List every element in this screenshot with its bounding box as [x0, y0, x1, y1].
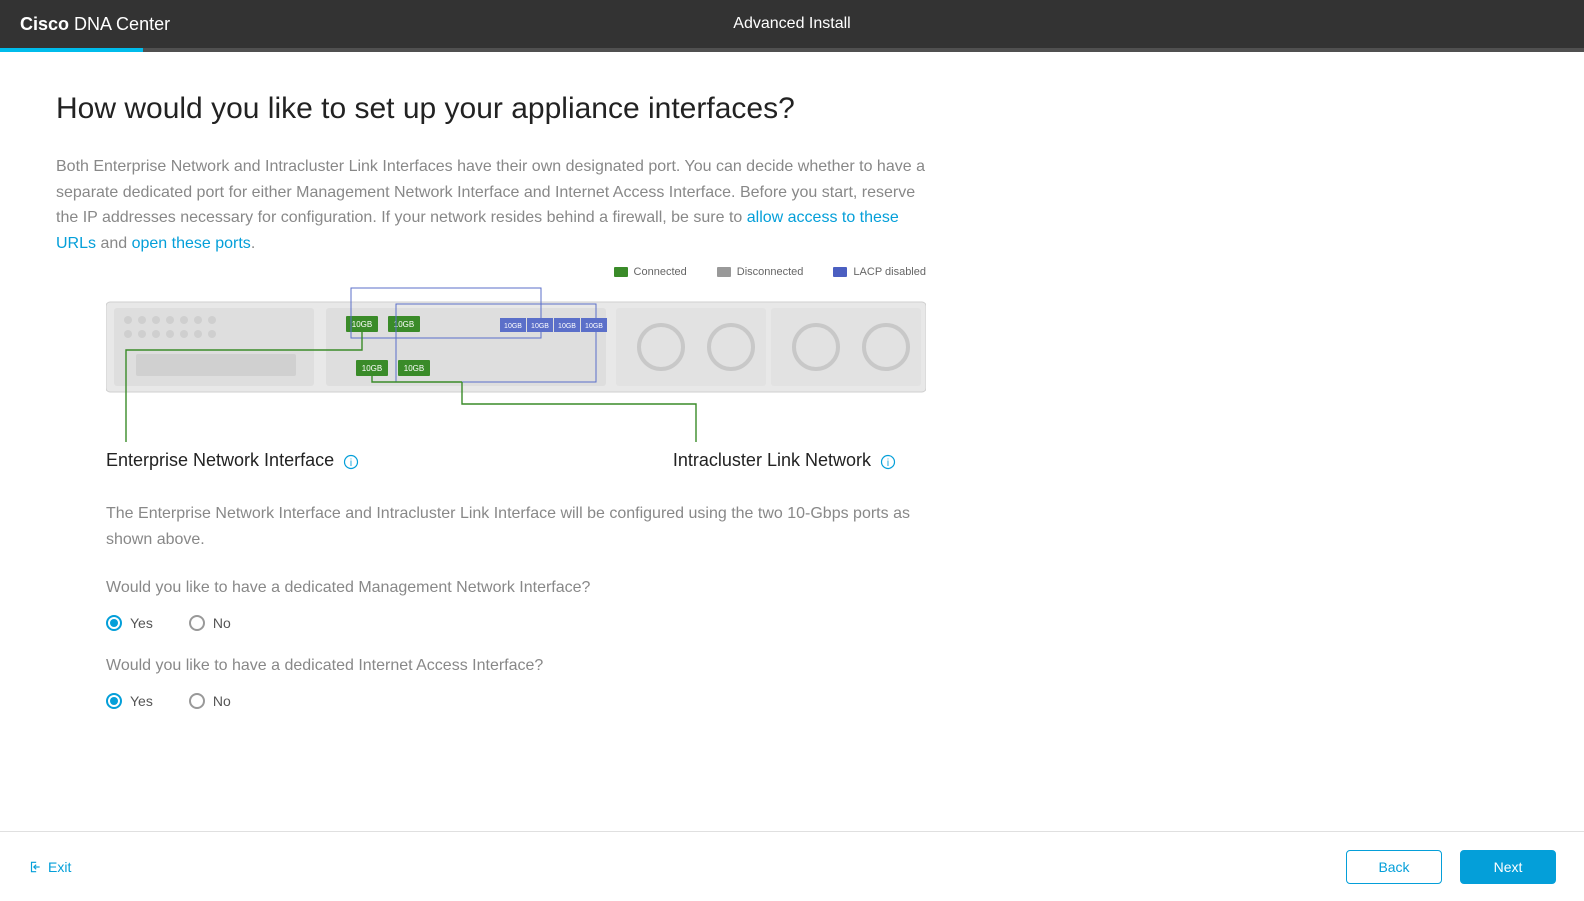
info-icon[interactable]: i — [880, 454, 896, 470]
port-blue-1: 10GB — [500, 318, 526, 332]
radio-group-management: Yes No — [106, 615, 1528, 631]
config-description: The Enterprise Network Interface and Int… — [106, 501, 926, 552]
intro-period: . — [251, 235, 255, 252]
swatch-lacp-icon — [833, 267, 847, 277]
radio-group-internet: Yes No — [106, 693, 1528, 709]
intro-and: and — [96, 235, 132, 252]
diagram-legend: Connected Disconnected LACP disabled — [106, 266, 926, 278]
svg-text:i: i — [350, 458, 352, 469]
svg-text:10GB: 10GB — [558, 323, 576, 330]
legend-disconnected: Disconnected — [717, 266, 804, 278]
legend-disconnected-label: Disconnected — [737, 266, 804, 278]
interface-labels-row: Enterprise Network Interface i Intraclus… — [106, 450, 926, 471]
page-heading: How would you like to set up your applia… — [56, 92, 1528, 126]
radio-internet-yes[interactable]: Yes — [106, 693, 153, 709]
wizard-footer: Exit Back Next — [0, 831, 1584, 901]
port-blue-3: 10GB — [554, 318, 580, 332]
svg-text:10GB: 10GB — [394, 320, 414, 329]
back-button[interactable]: Back — [1346, 850, 1442, 884]
progress-bar-track — [0, 48, 1584, 52]
legend-connected: Connected — [614, 266, 687, 278]
radio-circle-icon — [106, 693, 122, 709]
port-green-2: 10GB — [388, 316, 420, 332]
brand-strong: Cisco — [20, 14, 69, 34]
radio-circle-icon — [189, 615, 205, 631]
swatch-disconnected-icon — [717, 267, 731, 277]
next-button[interactable]: Next — [1460, 850, 1556, 884]
progress-bar-fill — [0, 48, 143, 52]
enterprise-interface-text: Enterprise Network Interface — [106, 450, 334, 470]
exit-icon — [28, 860, 42, 874]
port-green-3: 10GB — [356, 360, 388, 376]
svg-text:10GB: 10GB — [352, 320, 372, 329]
svg-text:10GB: 10GB — [531, 323, 549, 330]
header-title: Advanced Install — [733, 15, 850, 33]
radio-management-no[interactable]: No — [189, 615, 231, 631]
svg-text:10GB: 10GB — [585, 323, 603, 330]
port-blue-4: 10GB — [581, 318, 607, 332]
brand-light: DNA Center — [74, 14, 170, 34]
appliance-diagram: 10GB 10GB 10GB 10GB 10GB 10GB 10GB 10GB — [106, 284, 926, 444]
radio-internet-no[interactable]: No — [189, 693, 231, 709]
intracluster-interface-text: Intracluster Link Network — [673, 450, 871, 470]
intracluster-interface-label: Intracluster Link Network i — [673, 450, 896, 471]
svg-text:10GB: 10GB — [362, 364, 382, 373]
brand: Cisco DNA Center — [20, 14, 170, 35]
main-content: How would you like to set up your applia… — [0, 52, 1584, 709]
info-icon[interactable]: i — [343, 454, 359, 470]
exit-label: Exit — [48, 859, 71, 875]
radio-circle-icon — [189, 693, 205, 709]
port-blue-2: 10GB — [527, 318, 553, 332]
app-header: Cisco DNA Center Advanced Install — [0, 0, 1584, 48]
radio-label-no: No — [213, 693, 231, 709]
open-ports-link[interactable]: open these ports — [132, 235, 251, 252]
question-management: Would you like to have a dedicated Manag… — [106, 579, 1528, 597]
svg-text:10GB: 10GB — [404, 364, 424, 373]
radio-circle-icon — [106, 615, 122, 631]
question-internet: Would you like to have a dedicated Inter… — [106, 657, 1528, 675]
enterprise-interface-label: Enterprise Network Interface i — [106, 450, 359, 471]
radio-management-yes[interactable]: Yes — [106, 615, 153, 631]
legend-lacp-label: LACP disabled — [853, 266, 926, 278]
diagram-area: Connected Disconnected LACP disabled 10G… — [106, 266, 1528, 471]
exit-button[interactable]: Exit — [28, 859, 71, 875]
svg-text:10GB: 10GB — [504, 323, 522, 330]
svg-text:i: i — [887, 458, 889, 469]
legend-lacp: LACP disabled — [833, 266, 926, 278]
radio-label-no: No — [213, 615, 231, 631]
radio-label-yes: Yes — [130, 615, 153, 631]
port-green-4: 10GB — [398, 360, 430, 376]
radio-label-yes: Yes — [130, 693, 153, 709]
swatch-connected-icon — [614, 267, 628, 277]
legend-connected-label: Connected — [634, 266, 687, 278]
intro-paragraph: Both Enterprise Network and Intracluster… — [56, 154, 926, 256]
